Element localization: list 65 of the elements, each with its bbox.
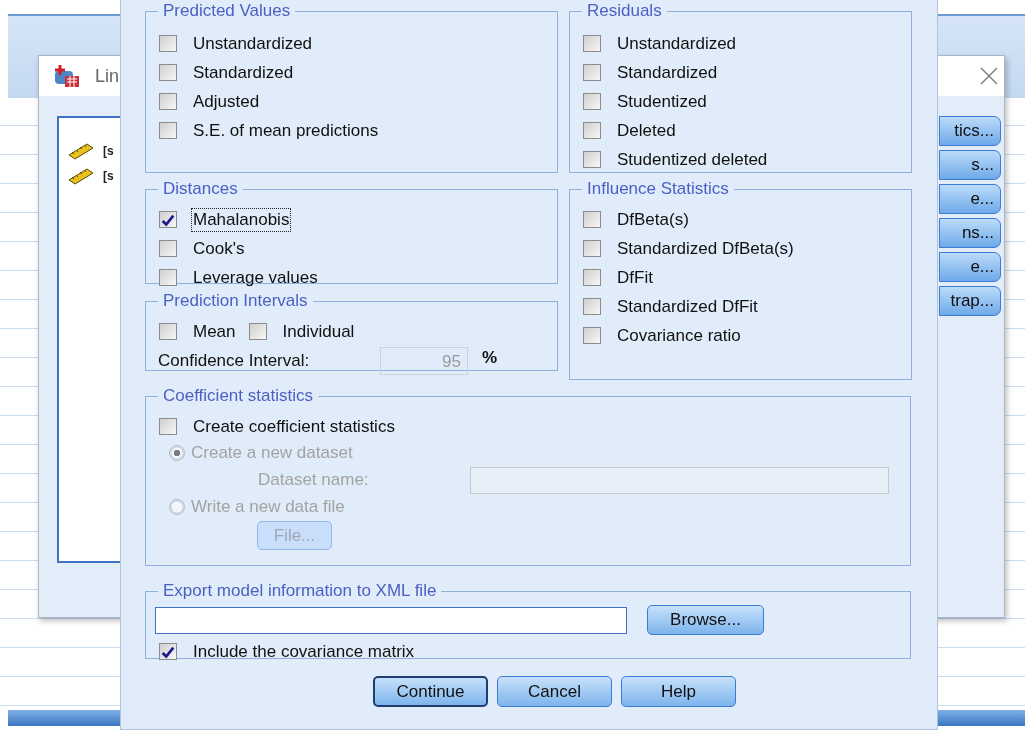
group-title: Export model information to XML file bbox=[162, 581, 438, 601]
dialog-button[interactable]: trap... bbox=[939, 286, 1001, 316]
checkbox-label[interactable]: Leverage values bbox=[191, 265, 320, 290]
dialog-button[interactable]: Cancel bbox=[497, 676, 612, 707]
dialog-button[interactable]: s... bbox=[939, 150, 1001, 180]
field-label: Dataset name: bbox=[258, 470, 370, 490]
checkbox[interactable] bbox=[159, 269, 177, 286]
checkbox-label[interactable]: Covariance ratio bbox=[615, 323, 743, 348]
checkbox[interactable] bbox=[583, 35, 601, 52]
checkbox[interactable] bbox=[583, 64, 601, 81]
close-icon[interactable] bbox=[980, 67, 998, 85]
window-title: Lin bbox=[95, 65, 120, 87]
dialog-button[interactable]: e... bbox=[939, 252, 1001, 282]
checkbox-label[interactable]: Standardized bbox=[615, 60, 720, 85]
checkbox[interactable] bbox=[583, 298, 601, 315]
checkbox[interactable] bbox=[583, 151, 601, 168]
checkbox-label[interactable]: Standardized DfFit bbox=[615, 294, 760, 319]
checkbox[interactable] bbox=[159, 211, 177, 228]
checkbox-label[interactable]: Standardized bbox=[191, 60, 296, 85]
checkbox[interactable] bbox=[159, 122, 177, 139]
checkbox-label[interactable]: DfBeta(s) bbox=[615, 207, 691, 232]
checkbox-label[interactable]: Adjusted bbox=[191, 89, 262, 114]
checkbox[interactable] bbox=[583, 211, 601, 228]
checkbox-label[interactable]: Include the covariance matrix bbox=[191, 639, 417, 664]
dialog-button[interactable]: e... bbox=[939, 184, 1001, 214]
dialog-button[interactable]: ns... bbox=[939, 218, 1001, 248]
checkbox-label[interactable]: Cook's bbox=[191, 236, 247, 261]
checkbox-label[interactable]: Mean bbox=[191, 319, 238, 344]
ruler-icon bbox=[67, 166, 95, 185]
checkbox[interactable] bbox=[159, 323, 177, 340]
checkbox[interactable] bbox=[248, 323, 267, 340]
checkbox-label[interactable]: Studentized bbox=[615, 89, 709, 114]
group-title: Residuals bbox=[586, 1, 663, 21]
checkbox[interactable] bbox=[159, 240, 177, 257]
dialog-button[interactable]: tics... bbox=[939, 116, 1001, 146]
unit-label: % bbox=[482, 347, 498, 368]
variable-name[interactable]: [s bbox=[103, 168, 114, 183]
variable-name[interactable]: [s bbox=[103, 143, 114, 158]
checkbox-label[interactable]: Unstandardized bbox=[191, 31, 315, 56]
checkbox[interactable] bbox=[583, 269, 601, 286]
checkbox-label[interactable]: Unstandardized bbox=[615, 31, 739, 56]
checkbox[interactable] bbox=[159, 643, 177, 660]
checkbox-label[interactable]: S.E. of mean predictions bbox=[191, 118, 381, 143]
checkbox[interactable] bbox=[159, 35, 177, 52]
browse-button[interactable]: Browse... bbox=[647, 605, 764, 635]
checkbox-label[interactable]: Mahalanobis bbox=[191, 207, 292, 232]
checkbox[interactable] bbox=[583, 93, 601, 110]
dialog-button[interactable]: Help bbox=[621, 676, 736, 707]
checkbox[interactable] bbox=[583, 240, 601, 257]
app-icon bbox=[53, 64, 81, 88]
input-field[interactable] bbox=[155, 606, 627, 634]
checkbox-label[interactable]: Individual bbox=[280, 319, 357, 344]
checkbox[interactable] bbox=[159, 64, 177, 81]
checkbox[interactable] bbox=[583, 327, 601, 344]
checkbox[interactable] bbox=[583, 122, 601, 139]
checkbox-label[interactable]: Deleted bbox=[615, 118, 678, 143]
checkbox-label[interactable]: DfFit bbox=[615, 265, 655, 290]
group-title: Predicted Values bbox=[162, 1, 292, 21]
ruler-icon bbox=[67, 141, 95, 160]
checkbox-label[interactable]: Standardized DfBeta(s) bbox=[615, 236, 796, 261]
checkbox[interactable] bbox=[159, 93, 177, 110]
dialog-button[interactable]: Continue bbox=[373, 676, 488, 707]
input-field[interactable] bbox=[470, 466, 889, 494]
checkbox-label[interactable]: Studentized deleted bbox=[615, 147, 770, 172]
group-title: Influence Statistics bbox=[586, 179, 730, 199]
